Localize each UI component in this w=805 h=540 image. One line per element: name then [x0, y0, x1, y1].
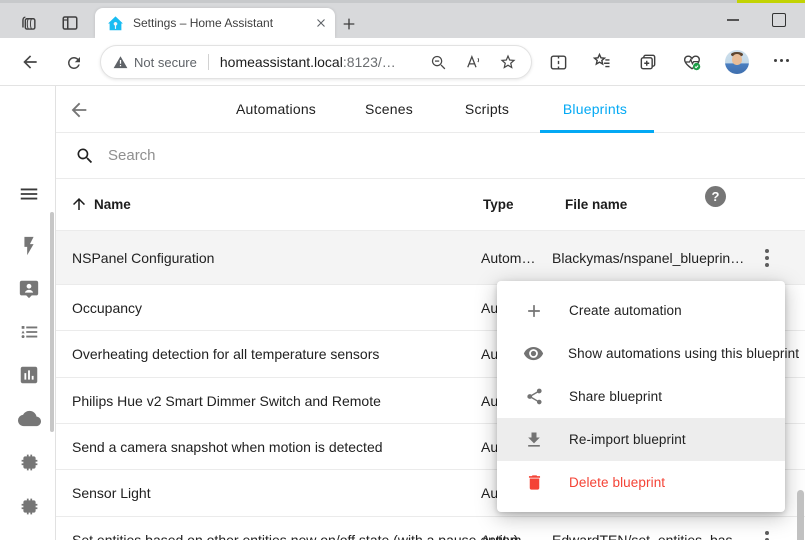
menu-item-show-automations[interactable]: Show automations using this blueprint: [497, 332, 785, 375]
zoom-out-icon[interactable]: [430, 54, 447, 71]
column-header-name[interactable]: Name: [94, 179, 131, 231]
window-top-edge: [0, 0, 805, 3]
row-name: Sensor Light: [72, 470, 151, 517]
row-overflow-menu-icon[interactable]: [755, 517, 779, 540]
menu-item-label: Delete blueprint: [569, 475, 665, 490]
content-scrollbar[interactable]: [797, 490, 804, 540]
favorite-star-icon[interactable]: [499, 53, 517, 71]
column-header-type[interactable]: Type: [483, 179, 514, 231]
row-name: NSPanel Configuration: [72, 231, 214, 285]
home-assistant-favicon: [107, 15, 124, 32]
sidebar-device-chip-icon-1[interactable]: [17, 450, 41, 474]
menu-item-label: Share blueprint: [569, 389, 662, 404]
workspaces-icon[interactable]: [16, 11, 40, 35]
top-edge-accent-strip: [737, 0, 805, 3]
sidebar-device-chip-icon-2[interactable]: [17, 494, 41, 518]
row-name: Philips Hue v2 Smart Dimmer Switch and R…: [72, 378, 381, 424]
not-secure-label[interactable]: Not secure: [134, 55, 197, 70]
table-row[interactable]: Set entities based on other entities new…: [56, 517, 805, 540]
read-aloud-icon[interactable]: [464, 53, 482, 71]
tab-actions-icon[interactable]: [58, 11, 82, 35]
menu-item-label: Re-import blueprint: [569, 432, 686, 447]
not-secure-warning-icon: [113, 55, 128, 70]
search-placeholder: Search: [108, 147, 156, 164]
row-overflow-menu-icon[interactable]: [755, 231, 779, 284]
tab-blueprints[interactable]: Blueprints: [563, 86, 627, 133]
sort-ascending-icon[interactable]: [70, 195, 88, 213]
browser-back-icon[interactable]: [19, 51, 41, 73]
address-bar[interactable]: Not secure homeassistant.local:8123/…: [100, 45, 532, 79]
eye-icon: [523, 343, 544, 365]
search-bar[interactable]: Search: [56, 133, 805, 179]
address-divider: [208, 54, 209, 70]
row-file: EdwardTEN/set_entities_bas…: [552, 517, 747, 540]
browser-essentials-icon[interactable]: [681, 51, 703, 73]
tab-automations[interactable]: Automations: [236, 86, 316, 133]
address-url[interactable]: homeassistant.local:8123/…: [220, 54, 396, 70]
browser-refresh-icon[interactable]: [63, 52, 85, 74]
sidebar-voice-assistant-icon[interactable]: [17, 277, 41, 301]
download-icon: [523, 429, 545, 451]
profile-avatar[interactable]: [725, 50, 749, 74]
tab-close-icon[interactable]: [315, 17, 327, 29]
table-row[interactable]: NSPanel Configuration Autom… Blackymas/n…: [56, 231, 805, 285]
menu-item-label: Show automations using this blueprint: [568, 346, 799, 361]
column-header-file[interactable]: File name: [565, 179, 627, 231]
browser-tab-settings-home-assistant[interactable]: Settings – Home Assistant: [95, 8, 335, 38]
window-maximize-button[interactable]: [772, 13, 786, 27]
row-name: Set entities based on other entities new…: [72, 517, 518, 540]
ha-back-icon[interactable]: [67, 98, 91, 122]
blueprint-context-menu: Create automation Show automations using…: [497, 281, 785, 512]
sidebar-scrollbar[interactable]: [50, 212, 54, 432]
tab-scripts[interactable]: Scripts: [465, 86, 509, 133]
ha-page-header: Automations Scenes Scripts Blueprints: [56, 86, 805, 133]
split-screen-icon[interactable]: [547, 51, 569, 73]
row-type: Autom…: [481, 231, 535, 285]
search-icon: [75, 146, 95, 166]
menu-item-reimport-blueprint[interactable]: Re-import blueprint: [497, 418, 785, 461]
collections-icon[interactable]: [637, 51, 659, 73]
row-name: Send a camera snapshot when motion is de…: [72, 424, 383, 470]
trash-icon: [523, 472, 545, 494]
row-name: Occupancy: [72, 285, 142, 331]
tab-title: Settings – Home Assistant: [133, 16, 315, 30]
home-assistant-app: Automations Scenes Scripts Blueprints ? …: [0, 86, 805, 540]
table-header: Name Type File name: [56, 179, 805, 231]
new-tab-icon[interactable]: [338, 13, 360, 35]
sidebar-energy-icon[interactable]: [17, 234, 41, 258]
sidebar-logbook-icon[interactable]: [17, 320, 41, 344]
more-menu-icon[interactable]: [774, 59, 789, 62]
sidebar-cloud-icon[interactable]: [17, 406, 41, 430]
row-type: Autom…: [481, 517, 535, 540]
window-minimize-button[interactable]: [723, 18, 743, 22]
browser-window: Settings – Home Assistant Not secure hom…: [0, 0, 805, 540]
tab-scenes[interactable]: Scenes: [365, 86, 413, 133]
plus-icon: [523, 300, 545, 322]
menu-item-delete-blueprint[interactable]: Delete blueprint: [497, 461, 785, 504]
row-name: Overheating detection for all temperatur…: [72, 331, 379, 378]
share-icon: [523, 386, 545, 408]
sidebar-history-icon[interactable]: [17, 363, 41, 387]
sidebar-menu-icon[interactable]: [17, 182, 41, 206]
menu-item-create-automation[interactable]: Create automation: [497, 289, 785, 332]
menu-item-share-blueprint[interactable]: Share blueprint: [497, 375, 785, 418]
favorites-icon[interactable]: [591, 51, 613, 73]
menu-item-label: Create automation: [569, 303, 682, 318]
row-file: Blackymas/nspanel_blueprin…: [552, 231, 744, 285]
